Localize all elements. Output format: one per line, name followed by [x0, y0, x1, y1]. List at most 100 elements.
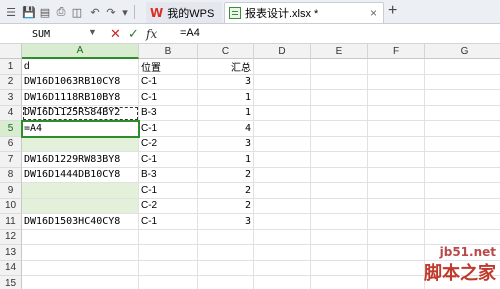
- table-cell[interactable]: [22, 136, 139, 152]
- table-cell[interactable]: [139, 229, 198, 245]
- export-icon[interactable]: ▤: [38, 4, 52, 20]
- table-cell[interactable]: DW16D1125RS84BY2: [22, 105, 139, 121]
- table-cell[interactable]: [254, 229, 311, 245]
- table-cell[interactable]: C-1: [139, 74, 198, 90]
- menu-icon[interactable]: ☰: [4, 4, 18, 20]
- table-cell[interactable]: [425, 214, 500, 230]
- table-cell[interactable]: [198, 229, 254, 245]
- table-cell[interactable]: [368, 167, 425, 183]
- table-cell[interactable]: [22, 245, 139, 261]
- table-cell[interactable]: [425, 199, 500, 214]
- row-header[interactable]: 10: [0, 198, 22, 214]
- table-cell[interactable]: [368, 105, 425, 121]
- table-cell[interactable]: [368, 90, 425, 106]
- table-cell[interactable]: [425, 168, 500, 183]
- table-cell[interactable]: 位置: [139, 59, 198, 75]
- table-cell[interactable]: C-1: [139, 121, 198, 137]
- table-cell[interactable]: 2: [198, 183, 254, 199]
- row-header[interactable]: 1: [0, 59, 22, 75]
- table-cell[interactable]: [425, 121, 500, 137]
- table-cell[interactable]: [368, 152, 425, 168]
- column-header-f[interactable]: F: [368, 44, 425, 59]
- table-cell[interactable]: [311, 136, 368, 152]
- table-cell[interactable]: [254, 183, 311, 199]
- table-cell[interactable]: [139, 260, 198, 276]
- table-cell[interactable]: [425, 183, 500, 199]
- table-cell[interactable]: 2: [198, 167, 254, 183]
- table-cell[interactable]: [254, 214, 311, 230]
- table-cell[interactable]: [22, 183, 139, 199]
- chevron-down-icon[interactable]: ▼: [88, 27, 97, 37]
- table-cell[interactable]: [198, 260, 254, 276]
- confirm-icon[interactable]: ✓: [128, 26, 139, 42]
- table-cell[interactable]: [425, 137, 500, 152]
- table-cell[interactable]: [311, 260, 368, 276]
- dropdown-icon[interactable]: ▾: [118, 4, 132, 20]
- table-cell[interactable]: [368, 229, 425, 245]
- table-cell[interactable]: [368, 183, 425, 199]
- save-icon[interactable]: 💾: [22, 4, 36, 20]
- table-cell[interactable]: C-1: [139, 214, 198, 230]
- table-cell[interactable]: 2: [198, 198, 254, 214]
- table-cell[interactable]: [368, 214, 425, 230]
- preview-icon[interactable]: ◫: [70, 4, 84, 20]
- column-header-d[interactable]: D: [254, 44, 311, 59]
- table-cell[interactable]: C-1: [139, 90, 198, 106]
- table-cell[interactable]: [311, 152, 368, 168]
- table-cell[interactable]: [139, 276, 198, 289]
- table-cell[interactable]: [425, 106, 500, 121]
- row-header[interactable]: 6: [0, 136, 22, 152]
- row-header[interactable]: 4: [0, 105, 22, 121]
- table-cell[interactable]: [425, 75, 500, 90]
- row-header[interactable]: 8: [0, 167, 22, 183]
- tab-my-wps[interactable]: W 我的WPS: [146, 2, 222, 23]
- table-cell[interactable]: [368, 276, 425, 289]
- row-header[interactable]: 14: [0, 260, 22, 276]
- select-all-corner[interactable]: [0, 44, 22, 59]
- table-cell[interactable]: [311, 74, 368, 90]
- table-cell[interactable]: DW16D1444DB10CY8: [22, 167, 139, 183]
- table-cell[interactable]: [311, 90, 368, 106]
- table-cell[interactable]: [368, 59, 425, 75]
- row-header[interactable]: 12: [0, 229, 22, 245]
- name-box[interactable]: SUM: [4, 26, 82, 42]
- new-tab-icon[interactable]: +: [388, 2, 397, 20]
- table-cell[interactable]: [254, 198, 311, 214]
- table-cell[interactable]: C-1: [139, 183, 198, 199]
- table-cell[interactable]: 3: [198, 214, 254, 230]
- table-cell[interactable]: [311, 121, 368, 137]
- table-cell[interactable]: [139, 245, 198, 261]
- row-header[interactable]: 7: [0, 152, 22, 168]
- table-cell[interactable]: DW16D1229RW83BY8: [22, 152, 139, 168]
- table-cell[interactable]: [425, 90, 500, 106]
- table-cell[interactable]: [254, 276, 311, 289]
- table-cell[interactable]: [368, 245, 425, 261]
- row-header[interactable]: 15: [0, 276, 22, 289]
- column-header-e[interactable]: E: [311, 44, 368, 59]
- table-cell[interactable]: DW16D1063RB10CY8: [22, 74, 139, 90]
- column-header-c[interactable]: C: [198, 44, 254, 59]
- table-cell[interactable]: [254, 245, 311, 261]
- table-cell[interactable]: [254, 260, 311, 276]
- row-header[interactable]: 9: [0, 183, 22, 199]
- table-cell[interactable]: 3: [198, 74, 254, 90]
- table-cell[interactable]: [254, 59, 311, 75]
- table-cell[interactable]: =A4: [21, 120, 140, 138]
- table-cell[interactable]: [254, 136, 311, 152]
- table-cell[interactable]: [425, 230, 500, 245]
- table-cell[interactable]: DW16D1503HC40CY8: [22, 214, 139, 230]
- table-cell[interactable]: [254, 105, 311, 121]
- row-header[interactable]: 3: [0, 90, 22, 106]
- row-header[interactable]: 13: [0, 245, 22, 261]
- redo-icon[interactable]: ↷: [104, 4, 118, 20]
- table-cell[interactable]: [368, 136, 425, 152]
- print-icon[interactable]: ⎙: [54, 4, 68, 20]
- cancel-icon[interactable]: ✕: [110, 26, 121, 42]
- table-cell[interactable]: B-3: [139, 167, 198, 183]
- table-cell[interactable]: [254, 90, 311, 106]
- table-cell[interactable]: [198, 276, 254, 289]
- table-cell[interactable]: [368, 260, 425, 276]
- table-cell[interactable]: [311, 214, 368, 230]
- table-cell[interactable]: [311, 276, 368, 289]
- table-cell[interactable]: 1: [198, 152, 254, 168]
